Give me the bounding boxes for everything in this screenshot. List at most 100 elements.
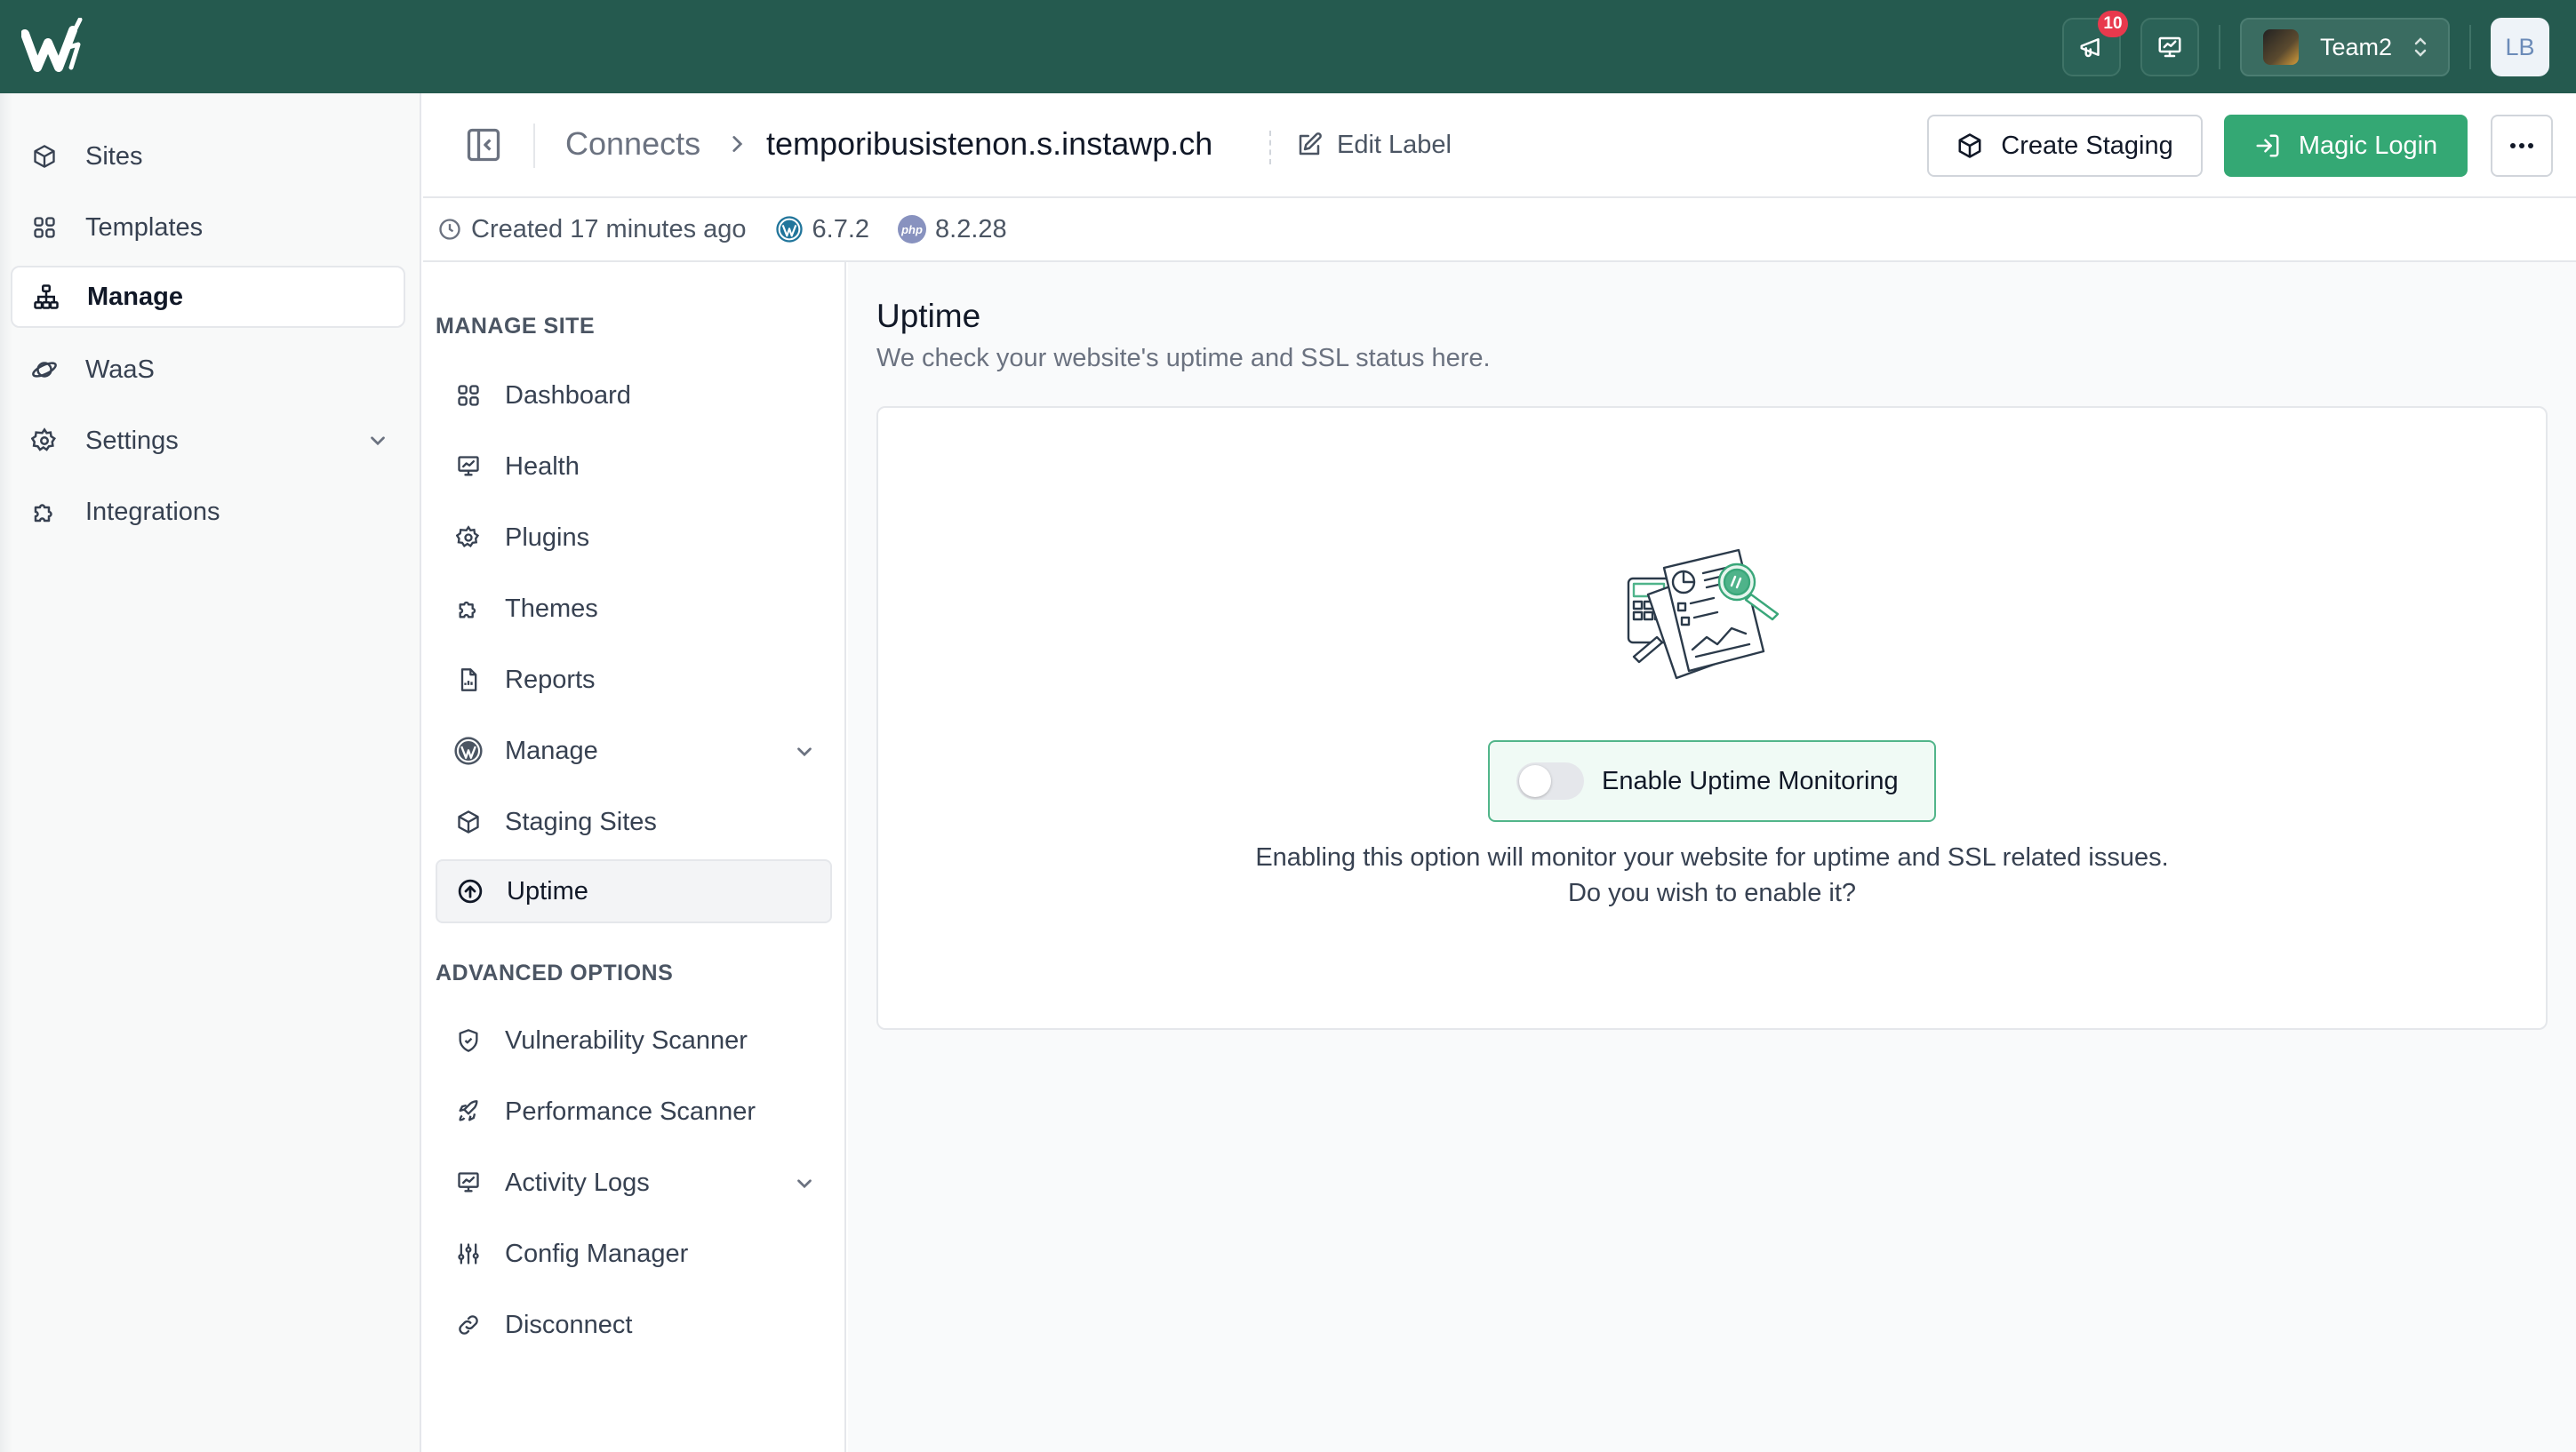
edit-label-text: Edit Label <box>1337 130 1452 159</box>
monitor-icon <box>453 451 484 482</box>
created-info: Created 17 minutes ago <box>437 215 747 244</box>
nav-item-performance-scanner[interactable]: Performance Scanner <box>436 1080 832 1144</box>
chevron-right-icon <box>732 136 743 152</box>
page-subtitle: We check your website's uptime and SSL s… <box>876 344 1491 372</box>
php-version-text: 8.2.28 <box>935 214 1007 243</box>
nav-item-label: Themes <box>505 594 598 623</box>
nav-item-dashboard[interactable]: Dashboard <box>436 363 832 427</box>
create-staging-label: Create Staging <box>2001 131 2173 160</box>
sidebar-item-integrations[interactable]: Integrations <box>11 481 405 543</box>
nav-item-health[interactable]: Health <box>436 435 832 499</box>
created-text: Created 17 minutes ago <box>471 214 747 243</box>
sidebar-item-label: Manage <box>87 282 183 311</box>
cube-icon <box>28 140 60 172</box>
instawp-logo[interactable] <box>21 18 92 76</box>
gear-icon <box>28 425 60 457</box>
nav-item-staging-sites[interactable]: Staging Sites <box>436 790 832 854</box>
nav-item-label: Disconnect <box>505 1310 633 1339</box>
nav-item-activity-logs[interactable]: Activity Logs <box>436 1151 832 1215</box>
nav-item-label: Vulnerability Scanner <box>505 1025 748 1055</box>
nav-item-label: Uptime <box>507 876 588 906</box>
page-header: Connects temporibusistenon.s.instawp.ch … <box>423 93 2576 198</box>
monitor-icon <box>453 1168 484 1198</box>
sidebar-item-waas[interactable]: WaaS <box>11 339 405 401</box>
file-icon <box>453 665 484 695</box>
shield-icon <box>453 1025 484 1056</box>
chevron-down-icon <box>797 747 812 757</box>
grid-icon <box>453 380 484 411</box>
php-icon: php <box>898 215 927 243</box>
description-line-2: Do you wish to enable it? <box>1567 879 1857 907</box>
nav-item-themes[interactable]: Themes <box>436 577 832 641</box>
chevron-down-icon <box>797 1179 812 1189</box>
php-version: php 8.2.28 <box>898 215 1007 244</box>
wordpress-icon <box>453 736 484 766</box>
presentation-button[interactable] <box>2140 18 2199 76</box>
nav-item-plugins[interactable]: Plugins <box>436 506 832 570</box>
sidebar-item-templates[interactable]: Templates <box>11 196 405 259</box>
user-avatar[interactable]: LB <box>2491 18 2549 76</box>
chevron-updown-icon <box>2414 37 2427 57</box>
section-title-manage-site: MANAGE SITE <box>436 314 596 339</box>
toggle-label: Enable Uptime Monitoring <box>1602 766 1899 795</box>
clock-icon <box>439 219 460 240</box>
rocket-icon <box>453 1097 484 1127</box>
sidebar-item-manage[interactable]: Manage <box>11 266 405 328</box>
arrow-up-circle-icon <box>455 876 485 906</box>
announcements-button[interactable]: 10 <box>2062 11 2128 76</box>
gear-icon <box>453 523 484 553</box>
nav-item-label: Config Manager <box>505 1239 689 1268</box>
divider <box>1269 131 1271 164</box>
team-switcher[interactable]: Team2 <box>2240 18 2450 76</box>
login-icon <box>2256 134 2279 157</box>
main-sidebar: Sites Templates Manage WaaS Settings Int… <box>0 93 421 1452</box>
toggle-switch[interactable] <box>1516 762 1584 800</box>
breadcrumb-connects[interactable]: Connects <box>565 125 700 163</box>
wp-version-text: 6.7.2 <box>812 214 870 243</box>
nav-item-manage[interactable]: Manage <box>436 719 832 783</box>
wp-version: 6.7.2 <box>775 214 870 244</box>
team-avatar <box>2263 29 2299 65</box>
magic-login-button[interactable]: Magic Login <box>2224 115 2468 177</box>
sidebar-item-sites[interactable]: Sites <box>11 125 405 187</box>
cube-icon <box>1958 133 1981 158</box>
edit-label-button[interactable]: Edit Label <box>1296 125 1452 164</box>
enable-uptime-monitoring-toggle[interactable]: Enable Uptime Monitoring <box>1488 740 1936 822</box>
sidebar-toggle-icon[interactable] <box>464 125 503 164</box>
section-title-advanced-options: ADVANCED OPTIONS <box>436 961 674 985</box>
nav-item-reports[interactable]: Reports <box>436 648 832 712</box>
wordpress-icon <box>775 216 803 243</box>
divider <box>2469 25 2471 69</box>
presentation-icon <box>2158 36 2181 58</box>
divider <box>2219 25 2220 69</box>
nav-item-disconnect[interactable]: Disconnect <box>436 1293 832 1357</box>
nav-item-label: Staging Sites <box>505 807 657 836</box>
cube-icon <box>453 807 484 837</box>
sidebar-item-label: Integrations <box>85 497 220 526</box>
sitemap-icon <box>30 281 62 313</box>
sidebar-item-settings[interactable]: Settings <box>11 410 405 472</box>
nav-item-label: Performance Scanner <box>505 1097 756 1126</box>
manage-site-nav: MANAGE SITE Dashboard Health Plugins The… <box>423 262 846 1452</box>
link-icon <box>453 1310 484 1340</box>
megaphone-icon <box>2080 38 2100 58</box>
puzzle-icon <box>28 496 60 528</box>
sidebar-item-label: Settings <box>85 426 179 455</box>
create-staging-button[interactable]: Create Staging <box>1927 115 2203 177</box>
nav-item-uptime[interactable]: Uptime <box>436 859 832 923</box>
nav-item-label: Manage <box>505 736 598 765</box>
site-meta: Created 17 minutes ago 6.7.2 php 8.2.28 <box>423 198 2576 262</box>
nav-item-config-manager[interactable]: Config Manager <box>436 1222 832 1286</box>
sidebar-item-label: Sites <box>85 141 143 171</box>
puzzle-icon <box>453 594 484 624</box>
breadcrumb-site-name: temporibusistenon.s.instawp.ch <box>766 125 1213 162</box>
nav-item-vulnerability-scanner[interactable]: Vulnerability Scanner <box>436 1009 832 1073</box>
grid-icon <box>28 211 60 243</box>
page-title: Uptime <box>876 298 981 334</box>
description-line-1: Enabling this option will monitor your w… <box>1255 843 2169 872</box>
more-options-button[interactable] <box>2491 115 2553 177</box>
nav-item-label: Plugins <box>505 523 590 552</box>
nav-item-label: Dashboard <box>505 380 631 410</box>
team-name: Team2 <box>2320 33 2393 60</box>
sidebar-item-label: Templates <box>85 212 204 242</box>
